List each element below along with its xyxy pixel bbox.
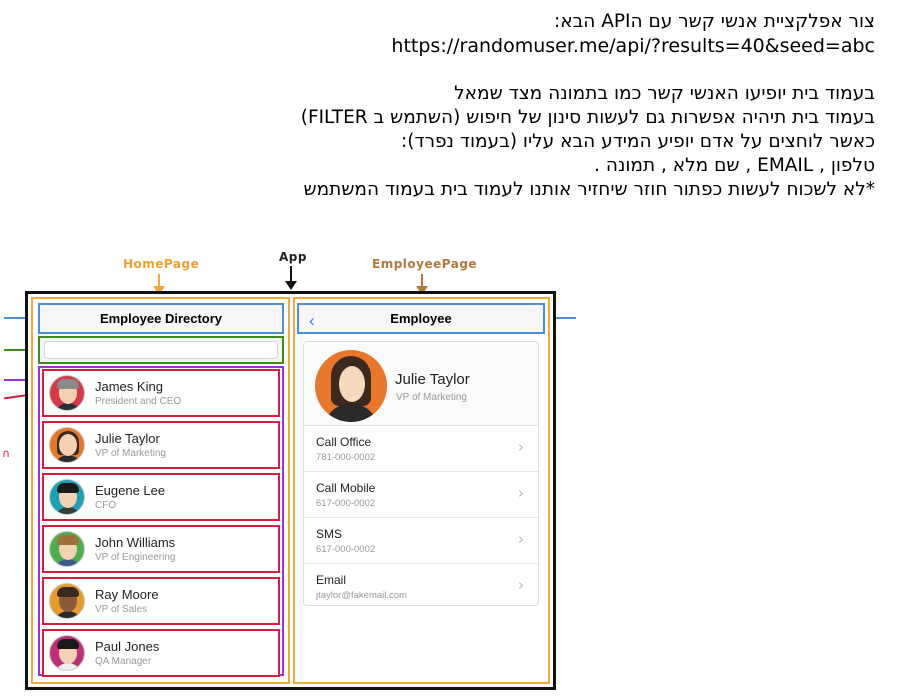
instruction-line-5: טלפון , EMAIL , שם מלא , תמונה .: [594, 155, 875, 176]
employee-title: VP of Sales: [95, 604, 148, 615]
employee-name: Julie Taylor: [95, 431, 160, 446]
stray-mark: ∩: [2, 447, 11, 460]
search-input[interactable]: [44, 341, 278, 359]
employee-name: Eugene Lee: [95, 483, 166, 498]
chevron-right-icon: ›: [518, 576, 524, 594]
app-label: App: [279, 250, 307, 264]
list-item[interactable]: James King President and CEO: [42, 369, 280, 417]
employee-name: John Williams: [95, 535, 176, 550]
instruction-line-1: צור אפלקציית אנשי קשר עם הAPI הבא:: [553, 11, 875, 32]
chevron-left-icon[interactable]: ‹: [309, 311, 315, 331]
homepage-label: HomePage: [123, 257, 200, 271]
email-row[interactable]: Email jtaylor@fakemail.com ›: [304, 564, 538, 610]
call-mobile-row[interactable]: Call Mobile 617-000-0002 ›: [304, 472, 538, 518]
avatar: [49, 635, 85, 671]
employee-title: President and CEO: [95, 396, 182, 407]
employee-photo: [315, 350, 387, 422]
instruction-line-6: *לא לשכוח לעשות כפתור חוזר שיחזיר אותנו …: [303, 179, 875, 200]
employee-title: VP of Engineering: [95, 552, 176, 563]
action-value: 781-000-0002: [316, 452, 376, 463]
employee-full-name: Julie Taylor: [395, 371, 470, 388]
employee-card: Julie Taylor VP of Marketing Call Office…: [303, 341, 539, 606]
action-label: SMS: [316, 527, 343, 541]
instruction-line-4: כאשר לוחצים על אדם יופיע המידע הבא עליו …: [401, 131, 875, 152]
list-item[interactable]: Paul Jones QA Manager: [42, 629, 280, 677]
employee-title: CFO: [95, 500, 117, 511]
home-header: Employee Directory: [38, 303, 284, 334]
action-value: 617-000-0002: [316, 498, 376, 509]
employee-name: Paul Jones: [95, 639, 160, 654]
call-office-row[interactable]: Call Office 781-000-0002 ›: [304, 426, 538, 472]
list-item[interactable]: Ray Moore VP of Sales: [42, 577, 280, 625]
avatar: [49, 427, 85, 463]
action-value: 617-000-0002: [316, 544, 376, 555]
employee-name: James King: [95, 379, 163, 394]
list-item[interactable]: Julie Taylor VP of Marketing: [42, 421, 280, 469]
chevron-right-icon: ›: [518, 438, 524, 456]
avatar: [49, 583, 85, 619]
avatar: [49, 531, 85, 567]
sms-row[interactable]: SMS 617-000-0002 ›: [304, 518, 538, 564]
app-arrow-icon: [285, 266, 297, 290]
employee-title: VP of Marketing: [95, 448, 166, 459]
employee-summary: Julie Taylor VP of Marketing: [304, 342, 538, 426]
chevron-right-icon: ›: [518, 530, 524, 548]
instructions-text: צור אפלקציית אנשי קשר עם הAPI הבא: https…: [175, 10, 875, 202]
action-value: jtaylor@fakemail.com: [316, 590, 407, 601]
chevron-right-icon: ›: [518, 484, 524, 502]
action-label: Email: [316, 573, 347, 587]
instruction-line-3: בעמוד בית תיהיה אפשרות גם לעשות סינון של…: [300, 107, 875, 128]
home-title: Employee Directory: [99, 311, 223, 326]
avatar: [49, 375, 85, 411]
avatar: [49, 479, 85, 515]
employee-header: ‹ Employee: [297, 303, 545, 334]
api-url: https://randomuser.me/api/?results=40&se…: [391, 35, 875, 57]
instruction-line-2: בעמוד בית יופיעו האנשי קשר כמו בתמונה מצ…: [454, 83, 875, 104]
employee-name: Ray Moore: [95, 587, 159, 602]
search-bar: [38, 336, 284, 364]
employeepage-label: EmployeePage: [372, 257, 478, 271]
action-label: Call Office: [316, 435, 372, 449]
action-label: Call Mobile: [316, 481, 376, 495]
employee-title: QA Manager: [95, 656, 152, 667]
list-item[interactable]: John Williams VP of Engineering: [42, 525, 280, 573]
employee-job-title: VP of Marketing: [396, 392, 467, 403]
employee-page-title: Employee: [390, 311, 452, 326]
list-item[interactable]: Eugene Lee CFO: [42, 473, 280, 521]
